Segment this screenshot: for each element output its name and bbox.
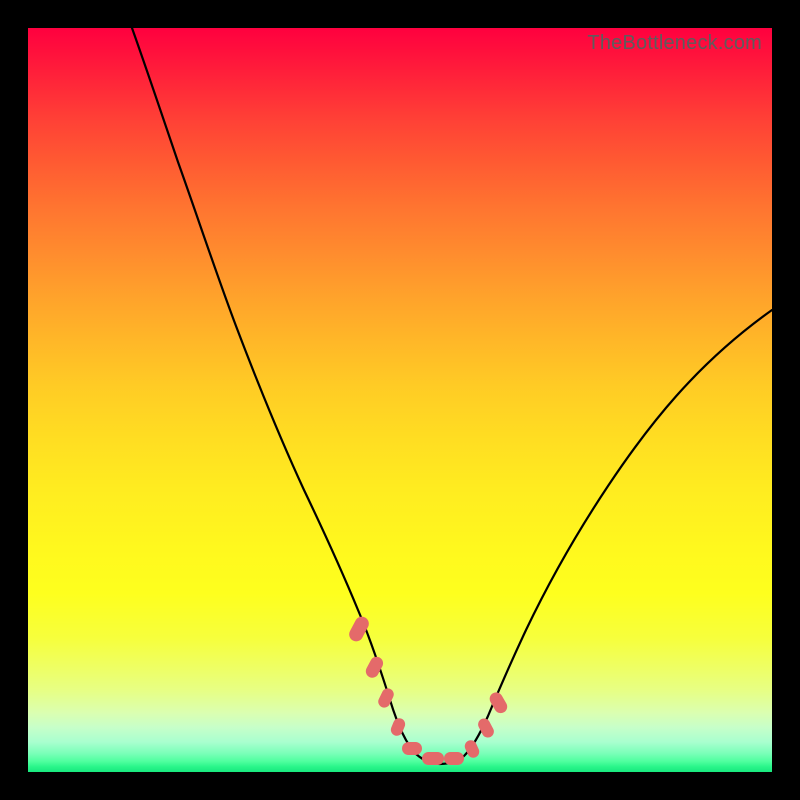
bead-marker xyxy=(347,614,372,644)
bead-marker xyxy=(444,752,464,765)
bottleneck-curve xyxy=(132,28,772,764)
chart-frame: TheBottleneck.com xyxy=(0,0,800,800)
bead-marker xyxy=(402,742,422,755)
plot-area: TheBottleneck.com xyxy=(28,28,772,772)
bead-marker xyxy=(463,738,481,759)
bead-marker xyxy=(422,752,444,765)
curve-svg xyxy=(28,28,772,772)
